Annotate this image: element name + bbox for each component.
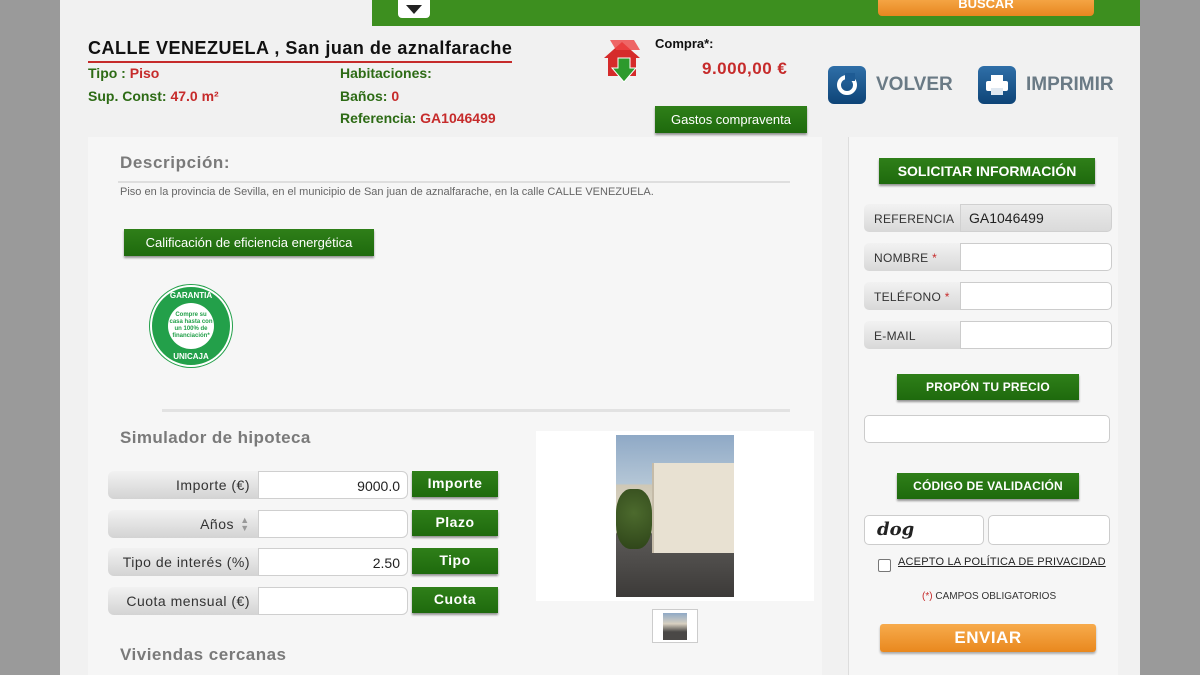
badge-top-text: GARANTIA xyxy=(169,291,213,300)
plazo-button[interactable]: Plazo xyxy=(412,510,498,536)
required-fields-note: (*) CAMPOS OBLIGATORIOS xyxy=(922,591,1057,602)
form-row-reference: REFERENCIA GA1046499 xyxy=(864,204,1112,232)
importe-input[interactable]: 9000.0 xyxy=(258,471,408,499)
submit-button[interactable]: ENVIAR xyxy=(880,624,1096,652)
print-label: IMPRIMIR xyxy=(1026,74,1114,95)
reference-field-label: REFERENCIA xyxy=(864,204,960,232)
property-title: CALLE VENEZUELA , San juan de aznalfarac… xyxy=(88,38,513,63)
property-reference-value: GA1046499 xyxy=(420,110,496,126)
simulator-label: Importe (€) xyxy=(108,471,258,499)
badge-bottom-text: UNICAJA xyxy=(173,352,209,361)
privacy-checkbox[interactable] xyxy=(878,559,891,572)
property-surface-value: 47.0 m² xyxy=(170,88,219,104)
simulator-row-cuota: Cuota mensual (€) Cuota xyxy=(108,587,500,615)
price-offer-title: PROPÓN TU PRECIO xyxy=(897,374,1079,400)
property-bathrooms: Baños: 0 xyxy=(340,88,399,104)
property-bathrooms-label: Baños: xyxy=(340,88,392,104)
property-rooms-label: Habitaciones: xyxy=(340,65,432,81)
phone-field[interactable] xyxy=(960,282,1112,310)
name-field[interactable] xyxy=(960,243,1112,271)
reference-field: GA1046499 xyxy=(960,204,1112,232)
cuota-button[interactable]: Cuota xyxy=(412,587,498,613)
privacy-policy-link[interactable]: ACEPTO LA POLÍTICA DE PRIVACIDAD xyxy=(898,556,1106,568)
contact-sidebar: SOLICITAR INFORMACIÓN REFERENCIA GA10464… xyxy=(848,137,1118,675)
unicaja-guarantee-badge: GARANTIA Compre su casa hasta con un 100… xyxy=(150,285,232,367)
form-row-email: E-MAIL xyxy=(864,321,1112,349)
property-reference-label: Referencia: xyxy=(340,110,421,126)
property-surface-label: Sup. Const: xyxy=(88,88,171,104)
divider xyxy=(118,181,790,183)
refresh-icon xyxy=(828,66,866,104)
property-type: Tipo : Piso xyxy=(88,65,159,81)
property-type-label: Tipo : xyxy=(88,65,130,81)
simulator-row-anos: Años ▲ ▼ Plazo xyxy=(108,510,500,538)
tipo-button[interactable]: Tipo xyxy=(412,548,498,574)
simulator-row-tipo: Tipo de interés (%) 2.50 Tipo xyxy=(108,548,500,576)
property-photo[interactable] xyxy=(616,435,734,597)
form-row-phone: TELÉFONO * xyxy=(864,282,1112,310)
property-surface: Sup. Const: 47.0 m² xyxy=(88,88,219,104)
email-field[interactable] xyxy=(960,321,1112,349)
anos-label: Años xyxy=(200,516,234,532)
simulator-label: Cuota mensual (€) xyxy=(108,587,258,615)
sort-arrows-icon: ▲ ▼ xyxy=(240,515,250,533)
badge-inner-text: Compre su casa hasta con un 100% de fina… xyxy=(168,303,214,349)
page: BUSCAR CALLE VENEZUELA , San juan de azn… xyxy=(60,0,1140,675)
search-button[interactable]: BUSCAR xyxy=(878,0,1094,16)
main-content: Descripción: Piso en la provincia de Sev… xyxy=(88,137,822,675)
description-title: Descripción: xyxy=(120,153,231,172)
property-photo-frame xyxy=(536,431,814,601)
divider xyxy=(162,409,790,412)
simulator-label: Tipo de interés (%) xyxy=(108,548,258,576)
price-offer-input[interactable] xyxy=(864,415,1110,443)
photo-thumbnail[interactable] xyxy=(652,609,698,643)
nearby-homes-title: Viviendas cercanas xyxy=(120,645,287,664)
energy-rating-button[interactable]: Calificación de eficiencia energética xyxy=(124,229,374,256)
description-text: Piso en la provincia de Sevilla, en el m… xyxy=(120,186,654,198)
captcha-title: CÓDIGO DE VALIDACIÓN xyxy=(897,473,1079,499)
anos-input[interactable] xyxy=(258,510,408,538)
captcha-input[interactable] xyxy=(988,515,1110,545)
price-label: Compra*: xyxy=(655,36,714,51)
property-reference: Referencia: GA1046499 xyxy=(340,110,496,126)
print-button[interactable]: IMPRIMIR xyxy=(978,66,1114,104)
phone-field-label: TELÉFONO * xyxy=(864,282,960,310)
price-value: 9.000,00 € xyxy=(702,59,788,78)
name-field-label: NOMBRE * xyxy=(864,243,960,271)
property-type-value: Piso xyxy=(129,65,160,81)
mortgage-simulator-title: Simulador de hipoteca xyxy=(120,428,311,447)
cuota-input[interactable] xyxy=(258,587,408,615)
simulator-label: Años ▲ ▼ xyxy=(108,510,258,538)
property-bathrooms-value: 0 xyxy=(391,88,400,104)
simulator-row-importe: Importe (€) 9000.0 Importe xyxy=(108,471,500,499)
request-info-button[interactable]: SOLICITAR INFORMACIÓN xyxy=(879,158,1095,184)
printer-icon xyxy=(978,66,1016,104)
tipo-interes-input[interactable]: 2.50 xyxy=(258,548,408,576)
back-button[interactable]: VOLVER xyxy=(828,66,953,104)
dropdown-arrow-icon[interactable] xyxy=(398,0,430,18)
back-label: VOLVER xyxy=(876,74,953,95)
email-field-label: E-MAIL xyxy=(864,321,960,349)
form-row-name: NOMBRE * xyxy=(864,243,1112,271)
captcha-image: dog xyxy=(864,515,984,545)
house-price-icon xyxy=(604,40,640,83)
property-rooms: Habitaciones: xyxy=(340,65,432,81)
gastos-compraventa-button[interactable]: Gastos compraventa xyxy=(655,106,807,133)
importe-button[interactable]: Importe xyxy=(412,471,498,497)
